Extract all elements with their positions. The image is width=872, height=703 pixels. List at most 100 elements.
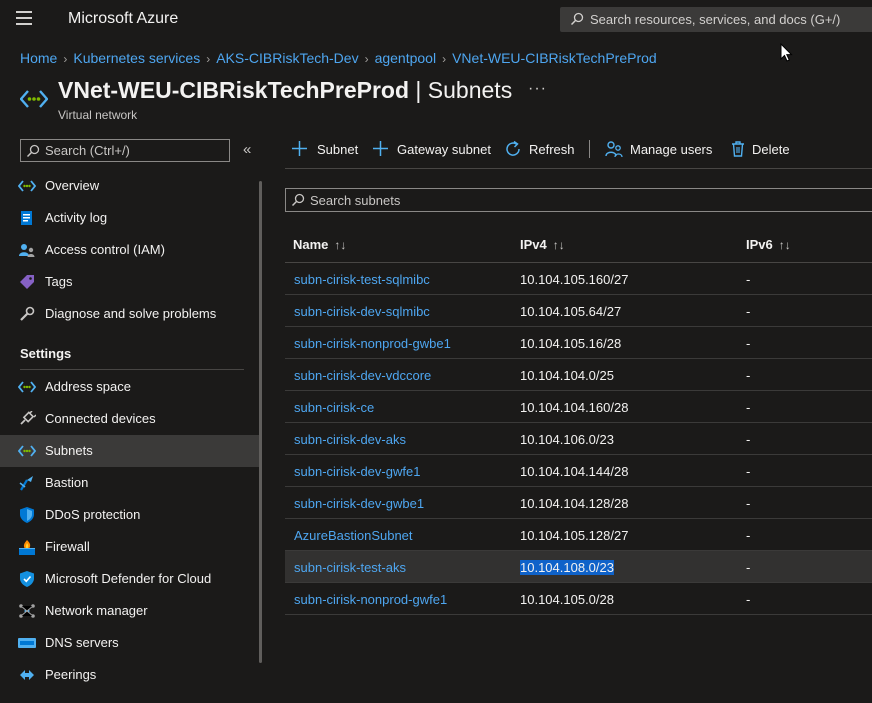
sidebar-item-network-manager[interactable]: Network manager — [0, 595, 262, 627]
subnet-ipv4: 10.104.105.160/27 — [520, 272, 629, 287]
sidebar-item-label: Peerings — [45, 667, 97, 682]
table-row[interactable]: subn-cirisk-ce 10.104.104.160/28 - — [285, 391, 872, 423]
subnet-ipv6: - — [746, 528, 751, 543]
section-divider — [20, 369, 244, 370]
delete-button[interactable]: Delete — [730, 138, 800, 162]
sidebar-item-access-control[interactable]: Access control (IAM) — [0, 234, 262, 266]
subnet-ipv4: 10.104.104.144/28 — [520, 464, 629, 479]
dns-icon — [18, 638, 36, 648]
table-row[interactable]: subn-cirisk-dev-sqlmibc 10.104.105.64/27… — [285, 295, 872, 327]
breadcrumb-aks-cluster[interactable]: AKS-CIBRiskTech-Dev — [216, 50, 358, 66]
sidebar-item-bastion[interactable]: Bastion — [0, 467, 262, 499]
subnet-name-link[interactable]: subn-cirisk-ce — [294, 400, 374, 415]
sidebar-item-label: DDoS protection — [45, 507, 141, 522]
table-row[interactable]: subn-cirisk-nonprod-gwbe1 10.104.105.16/… — [285, 327, 872, 359]
sidebar-item-firewall[interactable]: Firewall — [0, 531, 262, 563]
subnet-name-link[interactable]: subn-cirisk-dev-aks — [294, 432, 406, 447]
subnet-search-input[interactable]: Search subnets — [285, 188, 872, 212]
sort-icon: ↑↓ — [334, 238, 347, 252]
subnet-ipv6: - — [746, 336, 751, 351]
plus-icon — [373, 141, 388, 156]
table-row[interactable]: subn-cirisk-dev-gwbe1 10.104.104.128/28 … — [285, 487, 872, 519]
sidebar-item-connected-devices[interactable]: Connected devices — [0, 403, 262, 435]
refresh-label: Refresh — [529, 142, 575, 157]
table-row-selected[interactable]: subn-cirisk-test-aks 10.104.108.0/23 - — [285, 551, 872, 583]
sidebar-item-label: Firewall — [45, 539, 90, 554]
column-header-name[interactable]: Name ↑↓ — [293, 237, 346, 252]
subnet-name-link[interactable]: subn-cirisk-dev-vdccore — [294, 368, 431, 383]
table-row[interactable]: subn-cirisk-test-sqlmibc 10.104.105.160/… — [285, 263, 872, 295]
sidebar-section-settings: Settings — [20, 346, 72, 361]
sidebar-item-address-space[interactable]: Address space — [0, 371, 262, 403]
add-gateway-subnet-button[interactable]: Gateway subnet — [372, 138, 492, 162]
column-header-ipv4[interactable]: IPv4 ↑↓ — [520, 237, 565, 252]
subnet-name-link[interactable]: subn-cirisk-dev-gwbe1 — [294, 496, 424, 511]
chevron-right-icon: › — [206, 52, 211, 66]
mouse-cursor-icon — [780, 43, 793, 62]
sidebar-item-ddos-protection[interactable]: DDoS protection — [0, 499, 262, 531]
column-header-ipv6[interactable]: IPv6 ↑↓ — [746, 237, 791, 252]
table-row[interactable]: subn-cirisk-dev-aks 10.104.106.0/23 - — [285, 423, 872, 455]
portal-brand[interactable]: Microsoft Azure — [68, 10, 178, 28]
tag-icon — [20, 275, 34, 289]
refresh-button[interactable]: Refresh — [504, 138, 576, 162]
sidebar-item-label: Overview — [45, 178, 100, 193]
sidebar-item-label: DNS servers — [45, 635, 119, 650]
subnet-name-link[interactable]: subn-cirisk-dev-gwfe1 — [294, 464, 420, 479]
sidebar-item-label: Bastion — [45, 475, 89, 490]
subnet-name-link[interactable]: AzureBastionSubnet — [294, 528, 413, 543]
breadcrumb-home[interactable]: Home — [20, 50, 57, 66]
sidebar-item-diagnose[interactable]: Diagnose and solve problems — [0, 298, 262, 330]
subnet-name-link[interactable]: subn-cirisk-dev-sqlmibc — [294, 304, 430, 319]
command-bar-divider — [285, 168, 872, 169]
sidebar-item-activity-log[interactable]: Activity log — [0, 202, 262, 234]
table-row[interactable]: AzureBastionSubnet 10.104.105.128/27 - — [285, 519, 872, 551]
add-subnet-label: Subnet — [317, 142, 359, 157]
subnet-ipv4: 10.104.106.0/23 — [520, 432, 614, 447]
manage-users-button[interactable]: Manage users — [605, 138, 717, 162]
activity-log-icon — [21, 211, 32, 225]
more-options-button[interactable]: ··· — [528, 80, 547, 98]
refresh-icon — [506, 140, 520, 156]
shield-icon — [20, 507, 34, 523]
resource-type: Virtual network — [58, 108, 138, 122]
global-search-input[interactable]: Search resources, services, and docs (G+… — [560, 7, 872, 32]
sidebar-item-tags[interactable]: Tags — [0, 266, 262, 298]
defender-icon — [20, 571, 34, 587]
sidebar-item-defender[interactable]: Microsoft Defender for Cloud — [0, 563, 262, 595]
subnet-name-link[interactable]: subn-cirisk-nonprod-gwfe1 — [294, 592, 447, 607]
breadcrumb-vnet[interactable]: VNet-WEU-CIBRiskTechPreProd — [452, 50, 657, 66]
subnet-ipv6: - — [746, 432, 751, 447]
add-subnet-button[interactable]: Subnet — [291, 138, 361, 162]
table-row[interactable]: subn-cirisk-nonprod-gwfe1 10.104.105.0/2… — [285, 583, 872, 615]
plug-icon — [20, 411, 36, 425]
hamburger-menu-icon[interactable] — [16, 11, 32, 25]
sidebar-item-peerings[interactable]: Peerings — [0, 659, 262, 691]
table-row[interactable]: subn-cirisk-dev-gwfe1 10.104.104.144/28 … — [285, 455, 872, 487]
table-header: Name ↑↓ IPv4 ↑↓ IPv6 ↑↓ — [285, 228, 872, 263]
sidebar-scrollbar[interactable] — [259, 181, 262, 663]
collapse-sidebar-button[interactable]: « — [243, 141, 251, 158]
network-manager-icon — [19, 604, 35, 618]
blade-name: Subnets — [427, 77, 513, 103]
sidebar-search-placeholder: Search (Ctrl+/) — [45, 143, 130, 158]
subnet-name-link[interactable]: subn-cirisk-test-aks — [294, 560, 406, 575]
breadcrumb-kubernetes-services[interactable]: Kubernetes services — [73, 50, 200, 66]
column-header-label: IPv6 — [746, 237, 773, 252]
subnet-name-link[interactable]: subn-cirisk-nonprod-gwbe1 — [294, 336, 451, 351]
sidebar-item-overview[interactable]: Overview — [0, 170, 262, 202]
sidebar-item-dns-servers[interactable]: DNS servers — [0, 627, 262, 659]
subnet-ipv4: 10.104.104.160/28 — [520, 400, 629, 415]
sidebar-search-input[interactable]: Search (Ctrl+/) — [20, 139, 230, 162]
chevron-right-icon: › — [63, 52, 68, 66]
page-title: VNet-WEU-CIBRiskTechPreProd | Subnets — [58, 77, 512, 104]
sidebar-item-label: Tags — [45, 274, 73, 289]
search-icon — [291, 193, 305, 207]
title-separator: | — [409, 77, 428, 103]
table-row[interactable]: subn-cirisk-dev-vdccore 10.104.104.0/25 … — [285, 359, 872, 391]
subnet-name-link[interactable]: subn-cirisk-test-sqlmibc — [294, 272, 430, 287]
sidebar-item-label: Activity log — [45, 210, 108, 225]
subnet-ipv4: 10.104.104.0/25 — [520, 368, 614, 383]
sidebar-item-subnets[interactable]: Subnets — [0, 435, 262, 467]
breadcrumb-agentpool[interactable]: agentpool — [375, 50, 437, 66]
